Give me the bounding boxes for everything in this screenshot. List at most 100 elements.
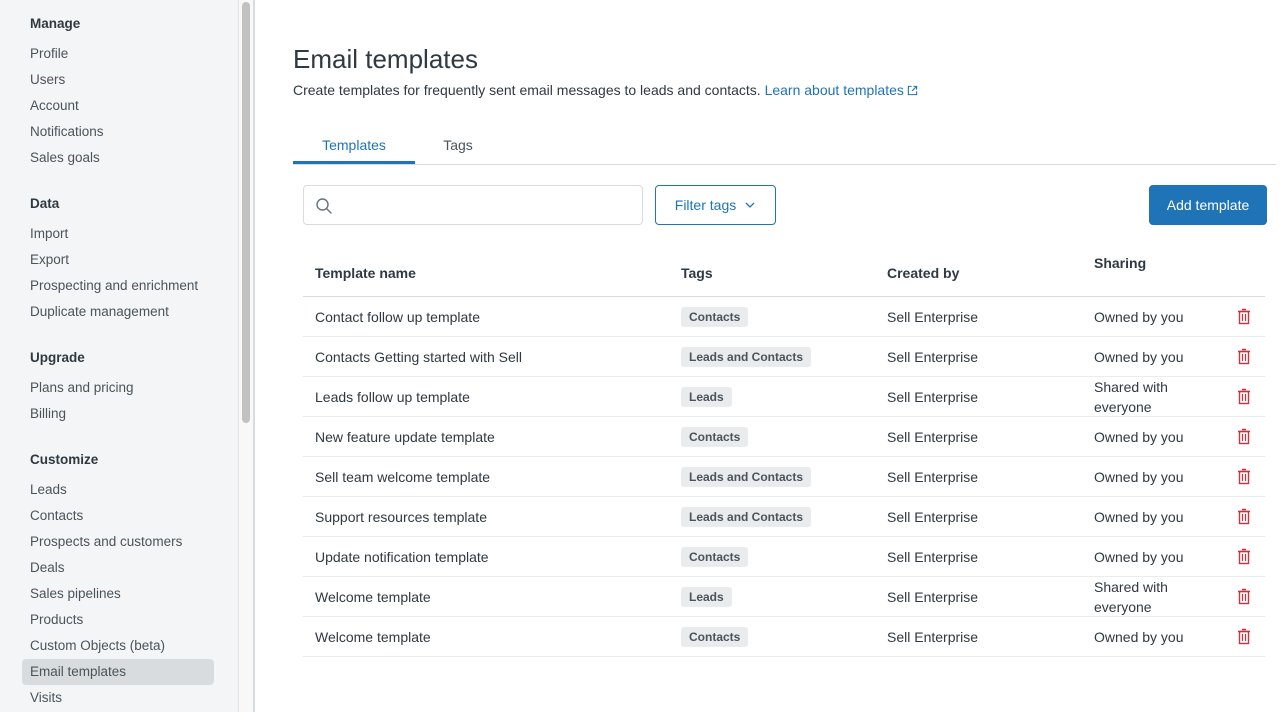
table-row[interactable]: Leads follow up template Leads Sell Enterp…: [303, 377, 1265, 417]
tags-cell: Leads and Contacts: [681, 337, 812, 376]
sidebar-item-custom-objects-beta[interactable]: Custom Objects (beta): [30, 633, 238, 659]
sidebar-divider: [253, 0, 255, 712]
sidebar-scrollbar-thumb[interactable]: [242, 2, 250, 423]
tags-cell: Leads and Contacts: [681, 457, 812, 496]
filter-tags-button[interactable]: Filter tags: [655, 185, 776, 225]
search-input[interactable]: [340, 186, 636, 224]
delete-button[interactable]: [1237, 617, 1251, 656]
sidebar-item-billing[interactable]: Billing: [30, 401, 238, 427]
sharing-cell: Owned by you: [1094, 308, 1184, 325]
sidebar-item-users[interactable]: Users: [30, 67, 238, 93]
sidebar-item-sales-goals[interactable]: Sales goals: [30, 145, 238, 171]
sharing-cell: Owned by you: [1094, 468, 1184, 485]
template-name-cell[interactable]: New feature update template: [315, 417, 495, 456]
column-header-sharing[interactable]: Sharing: [1094, 253, 1204, 293]
template-name-cell[interactable]: Contacts Getting started with Sell: [315, 337, 522, 376]
sidebar-item-import[interactable]: Import: [30, 221, 238, 247]
tag-badge: Contacts: [681, 306, 749, 327]
external-link-icon: [907, 85, 918, 96]
sidebar-item-sales-pipelines[interactable]: Sales pipelines: [30, 581, 238, 607]
delete-button[interactable]: [1237, 537, 1251, 576]
trash-icon: [1237, 348, 1251, 365]
sidebar-item-contacts[interactable]: Contacts: [30, 503, 238, 529]
tags-cell: Contacts: [681, 417, 749, 456]
sidebar-item-prospecting-and-enrichment[interactable]: Prospecting and enrichment: [30, 273, 238, 299]
sidebar-section-title: Customize: [30, 452, 99, 467]
table-row[interactable]: Welcome template Leads Sell Enterprise Shar…: [303, 577, 1265, 617]
created-by-cell: Sell Enterprise: [887, 588, 979, 605]
template-name-cell[interactable]: Welcome template: [315, 577, 431, 616]
sidebar-item-prospects-and-customers[interactable]: Prospects and customers: [30, 529, 238, 555]
sidebar-item-email-templates[interactable]: Email templates: [22, 659, 214, 685]
template-name-cell[interactable]: Support resources template: [315, 497, 487, 536]
delete-button[interactable]: [1237, 417, 1251, 456]
page-subtitle: Create templates for frequently sent ema…: [293, 82, 918, 98]
sidebar-item-deals[interactable]: Deals: [30, 555, 238, 581]
table-row[interactable]: Contacts Getting started with Sell Leads …: [303, 337, 1265, 377]
sidebar-item-leads[interactable]: Leads: [30, 477, 238, 503]
chevron-down-icon: [745, 202, 755, 208]
sidebar-section-customize: Customize Leads Contacts Prospects and cust…: [0, 447, 238, 711]
created-by-cell: Sell Enterprise: [887, 508, 979, 525]
sidebar-item-duplicate-management[interactable]: Duplicate management: [30, 299, 238, 325]
sharing-cell: Owned by you: [1094, 348, 1184, 365]
tab-templates[interactable]: Templates: [293, 126, 415, 164]
add-template-button[interactable]: Add template: [1149, 185, 1267, 225]
sidebar-section-data: Data Import Export Prospecting and enrichme…: [0, 191, 238, 325]
table-row[interactable]: Welcome template Contacts Sell Enterprise O…: [303, 617, 1265, 657]
table-row[interactable]: New feature update template Contacts Sell …: [303, 417, 1265, 457]
template-name-cell[interactable]: Sell team welcome template: [315, 457, 490, 496]
sidebar-item-profile[interactable]: Profile: [30, 41, 238, 67]
sidebar-item-account[interactable]: Account: [30, 93, 238, 119]
trash-icon: [1237, 508, 1251, 525]
trash-icon: [1237, 628, 1251, 645]
table-row[interactable]: Contact follow up template Contacts Sell E…: [303, 297, 1265, 337]
delete-button[interactable]: [1237, 337, 1251, 376]
table-row[interactable]: Support resources template Leads and Cont…: [303, 497, 1265, 537]
sidebar-item-notifications[interactable]: Notifications: [30, 119, 238, 145]
search-icon: [316, 198, 332, 214]
filter-tags-label: Filter tags: [674, 197, 737, 213]
template-name-cell[interactable]: Update notification template: [315, 537, 489, 576]
column-header-created-by[interactable]: Created by: [887, 253, 959, 293]
trash-icon: [1237, 388, 1251, 405]
sidebar-item-plans-and-pricing[interactable]: Plans and pricing: [30, 375, 238, 401]
created-by-cell: Sell Enterprise: [887, 348, 979, 365]
learn-about-templates-link[interactable]: Learn about templates: [765, 82, 918, 98]
table-row[interactable]: Sell team welcome template Leads and Cont…: [303, 457, 1265, 497]
sidebar-section-title: Manage: [30, 16, 81, 31]
template-name-cell[interactable]: Contact follow up template: [315, 297, 480, 336]
template-name-cell[interactable]: Welcome template: [315, 617, 431, 656]
sidebar-item-export[interactable]: Export: [30, 247, 238, 273]
learn-link-label: Learn about templates: [764, 82, 904, 98]
tag-badge: Leads: [681, 386, 732, 407]
created-by-cell: Sell Enterprise: [887, 308, 979, 325]
tag-badge: Leads and Contacts: [681, 346, 812, 367]
search-field[interactable]: [303, 185, 643, 225]
delete-button[interactable]: [1237, 497, 1251, 536]
tags-cell: Contacts: [681, 617, 749, 656]
created-by-cell: Sell Enterprise: [887, 628, 979, 645]
table-row[interactable]: Update notification template Contacts Sell…: [303, 537, 1265, 577]
tags-cell: Leads: [681, 577, 732, 616]
table-header: Template name Tags Created by Sharing: [303, 253, 1265, 297]
tags-cell: Leads and Contacts: [681, 497, 812, 536]
trash-icon: [1237, 468, 1251, 485]
delete-button[interactable]: [1237, 577, 1251, 616]
templates-table: Template name Tags Created by Sharing Co…: [303, 253, 1265, 657]
tab-tags[interactable]: Tags: [415, 126, 501, 164]
delete-button[interactable]: [1237, 377, 1251, 416]
sidebar-item-visits[interactable]: Visits: [30, 685, 238, 711]
sidebar-section-title: Upgrade: [30, 350, 85, 365]
sidebar-item-products[interactable]: Products: [30, 607, 238, 633]
sharing-cell: Shared with everyone: [1094, 578, 1168, 615]
delete-button[interactable]: [1237, 297, 1251, 336]
sharing-cell: Owned by you: [1094, 508, 1184, 525]
sidebar-section-title: Data: [30, 196, 60, 211]
column-header-tags[interactable]: Tags: [681, 253, 713, 293]
delete-button[interactable]: [1237, 457, 1251, 496]
tag-badge: Leads and Contacts: [681, 506, 812, 527]
column-header-template-name[interactable]: Template name: [315, 253, 416, 293]
template-name-cell[interactable]: Leads follow up template: [315, 377, 470, 416]
sharing-cell: Owned by you: [1094, 628, 1184, 645]
